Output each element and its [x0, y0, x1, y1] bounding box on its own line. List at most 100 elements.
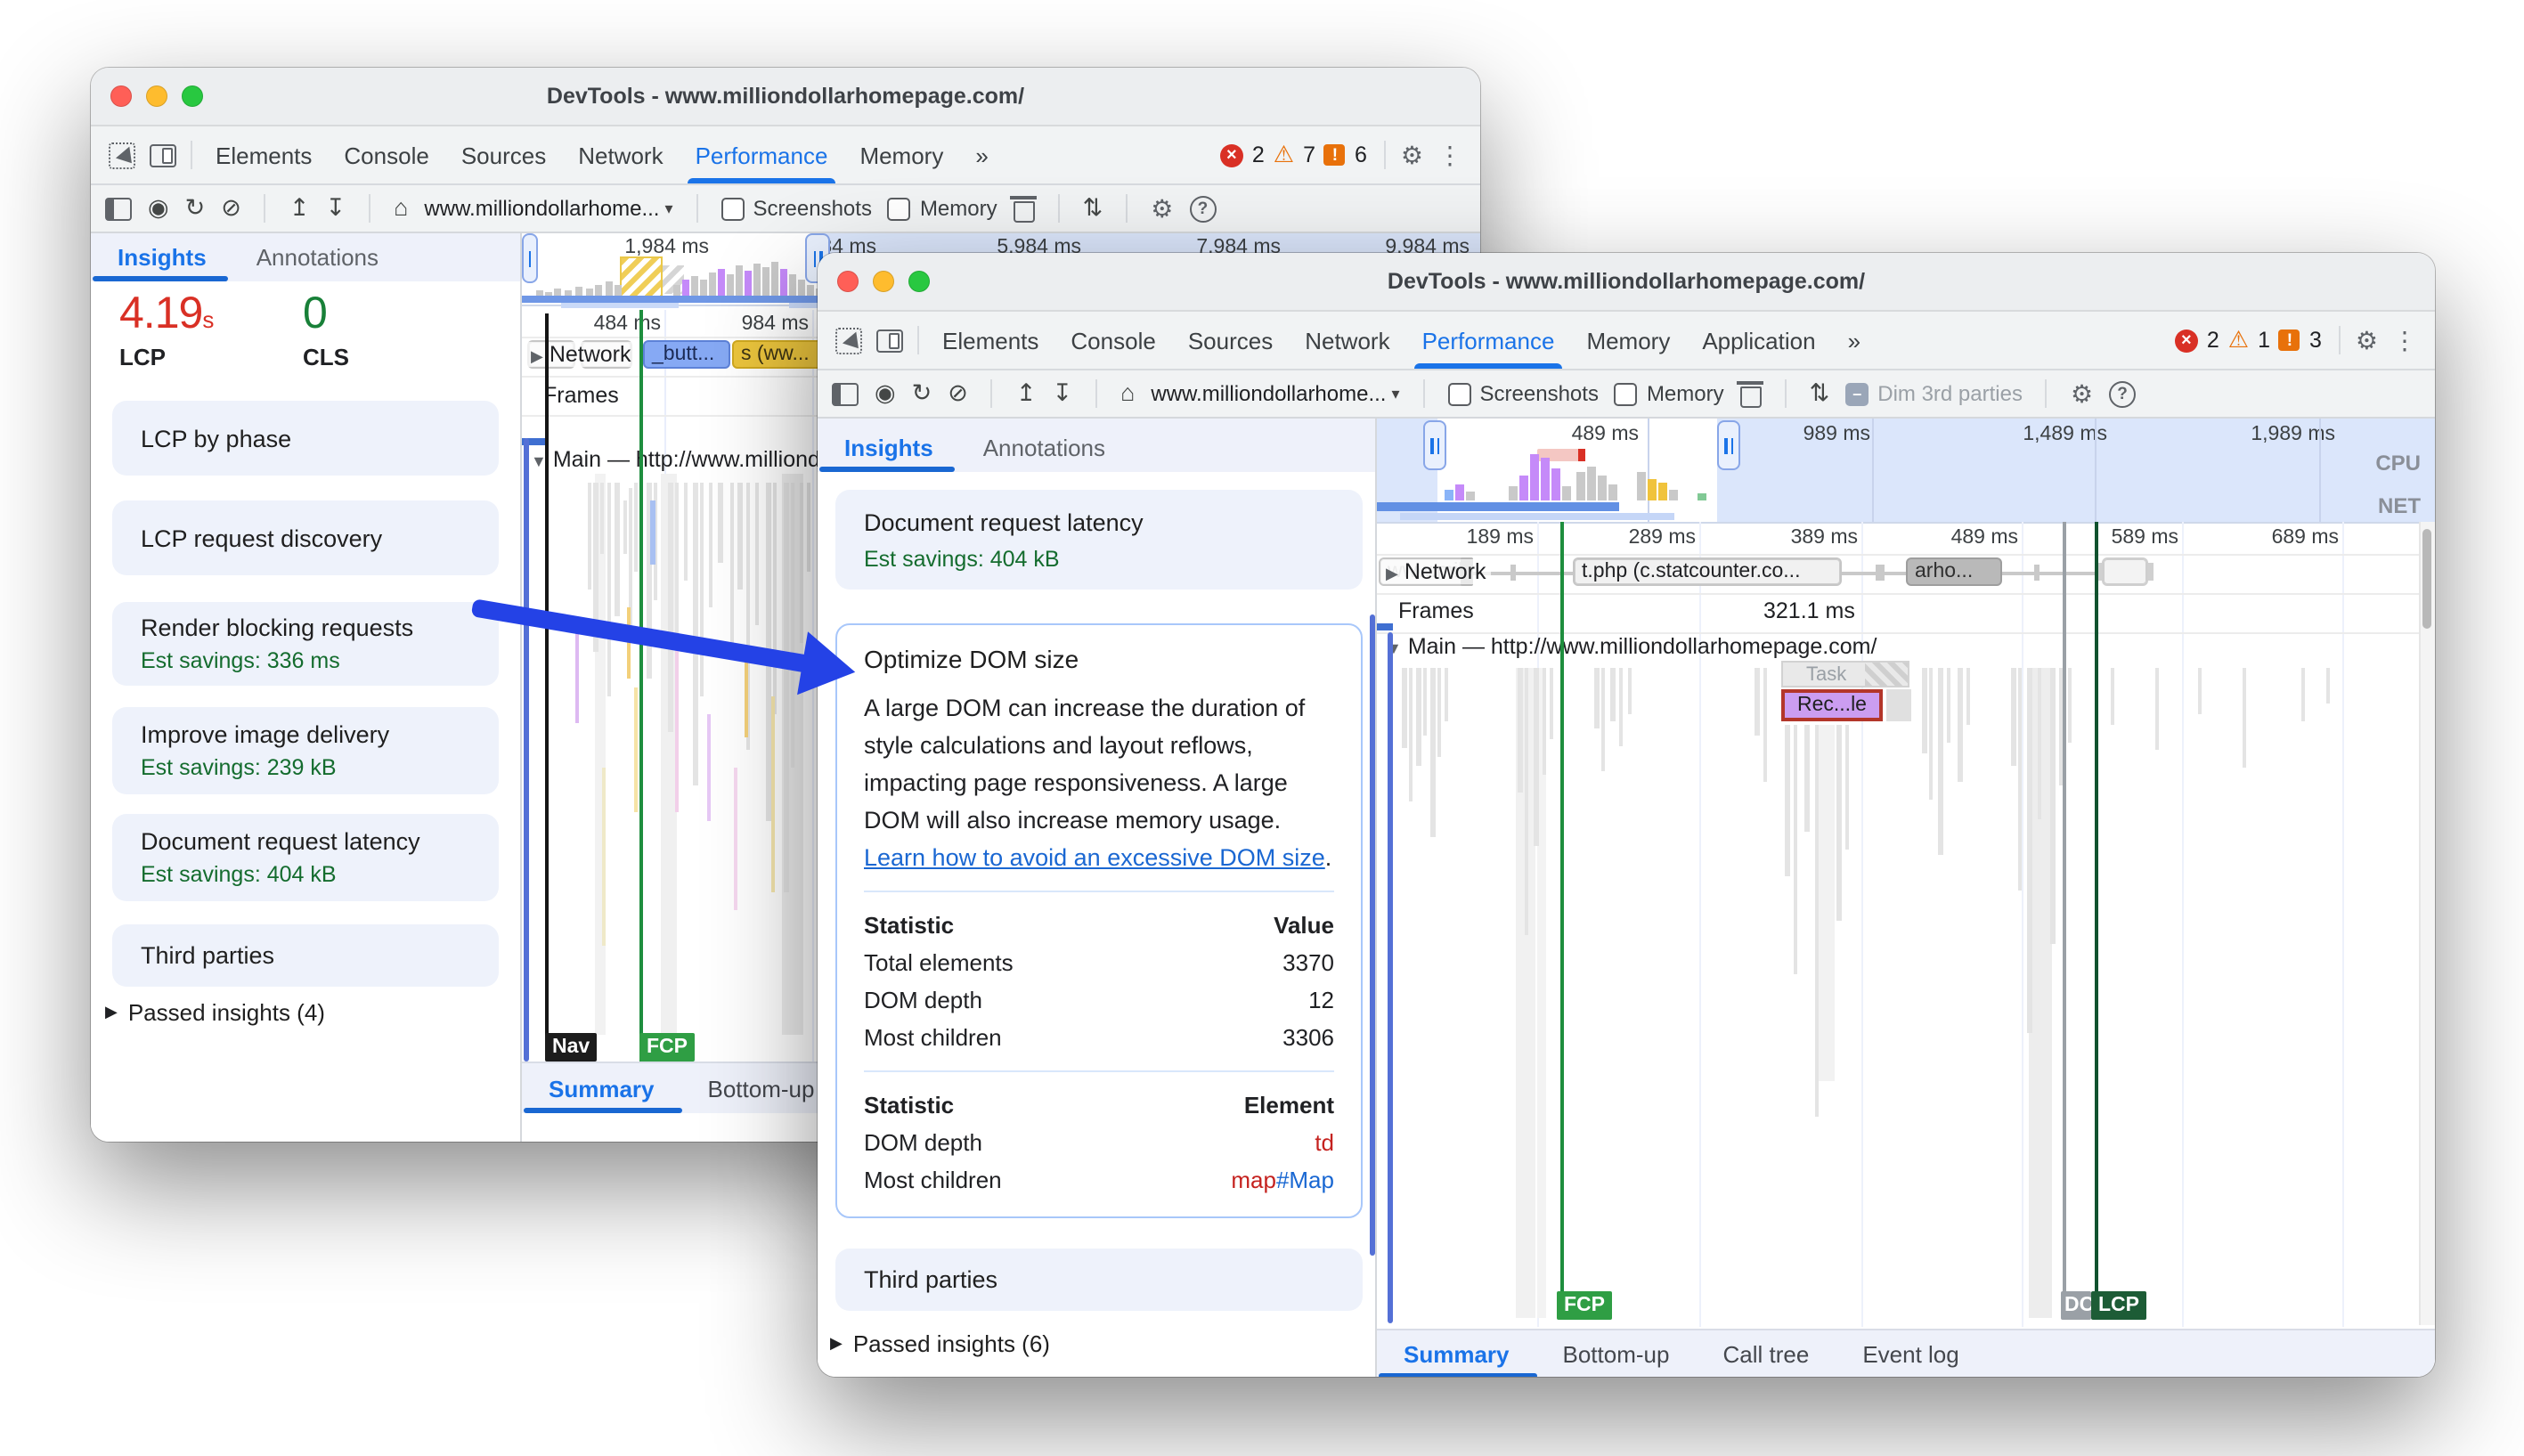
- more-tabs-icon[interactable]: »: [959, 126, 1004, 183]
- close-window-button[interactable]: [837, 271, 859, 292]
- insight-card-lcp-by-phase[interactable]: LCP by phase: [112, 401, 499, 476]
- element-link-map[interactable]: map#Map: [1231, 1161, 1334, 1199]
- titlebar[interactable]: DevTools - www.milliondollarhomepage.com…: [91, 68, 1480, 126]
- tab-performance[interactable]: Performance: [1406, 312, 1571, 369]
- bottom-tab-summary[interactable]: Summary: [1378, 1330, 1539, 1377]
- sidebar-tab-insights[interactable]: Insights: [819, 435, 955, 472]
- tab-elements[interactable]: Elements: [926, 312, 1054, 369]
- tab-sources[interactable]: Sources: [445, 126, 562, 183]
- warning-icon[interactable]: ⚠: [2228, 326, 2249, 354]
- task-event-bar[interactable]: Task: [1781, 661, 1909, 687]
- download-profile-icon[interactable]: ↧: [1052, 381, 1072, 406]
- warning-count[interactable]: 7: [1303, 142, 1315, 167]
- insight-card-third-parties[interactable]: Third parties: [835, 1249, 1363, 1311]
- flame-vertical-scrollbar[interactable]: [524, 438, 529, 1061]
- kebab-menu-icon[interactable]: ⋮: [2392, 325, 2417, 355]
- insight-card-image-delivery[interactable]: Improve image delivery Est savings: 239 …: [112, 707, 499, 794]
- garbage-collect-icon[interactable]: [1737, 381, 1764, 407]
- error-icon[interactable]: ×: [2174, 329, 2198, 352]
- tab-elements[interactable]: Elements: [199, 126, 328, 183]
- collapse-tracks-icon[interactable]: ⇅: [1810, 381, 1830, 406]
- record-icon[interactable]: ◉: [148, 196, 169, 221]
- insight-card-third-parties[interactable]: Third parties: [112, 924, 499, 987]
- device-toolbar-icon[interactable]: [150, 143, 176, 167]
- recalculate-style-event-selected[interactable]: Rec...le: [1781, 689, 1883, 721]
- tab-network[interactable]: Network: [562, 126, 679, 183]
- close-window-button[interactable]: [110, 85, 132, 107]
- fcp-badge[interactable]: FCP: [639, 1033, 695, 1061]
- minimize-window-button[interactable]: [873, 271, 894, 292]
- vertical-scrollbar-thumb[interactable]: [2422, 529, 2431, 629]
- help-icon[interactable]: ?: [2109, 380, 2137, 407]
- record-icon[interactable]: ◉: [875, 381, 896, 406]
- sidebar-tab-annotations[interactable]: Annotations: [983, 435, 1105, 472]
- reload-record-icon[interactable]: ↻: [185, 196, 206, 221]
- passed-insights-toggle[interactable]: ▶ Passed insights (4): [105, 999, 325, 1026]
- page-url-select[interactable]: www.milliondollarhome... ▾: [1151, 381, 1399, 406]
- device-toolbar-icon[interactable]: [876, 329, 903, 352]
- more-tabs-icon[interactable]: »: [1832, 312, 1877, 369]
- nav-badge[interactable]: Nav: [545, 1033, 598, 1061]
- settings-gear-icon[interactable]: ⚙: [2356, 325, 2378, 355]
- issues-icon[interactable]: !: [2278, 329, 2300, 351]
- tab-console[interactable]: Console: [328, 126, 444, 183]
- error-icon[interactable]: ×: [1219, 143, 1243, 167]
- flame-vertical-scrollbar[interactable]: [1388, 632, 1393, 1323]
- issues-count[interactable]: 6: [1355, 142, 1367, 167]
- toggle-sidebar-icon[interactable]: [832, 382, 859, 405]
- capture-settings-gear-icon[interactable]: ⚙: [2071, 378, 2093, 409]
- upload-profile-icon[interactable]: ↥: [1016, 381, 1037, 406]
- bottom-tab-summary[interactable]: Summary: [523, 1063, 684, 1113]
- minimize-window-button[interactable]: [146, 85, 167, 107]
- page-url-select[interactable]: www.milliondollarhome... ▾: [424, 196, 672, 221]
- tab-network[interactable]: Network: [1289, 312, 1405, 369]
- error-count[interactable]: 2: [2207, 328, 2219, 353]
- capture-settings-gear-icon[interactable]: ⚙: [1151, 193, 1173, 224]
- clear-icon[interactable]: ⊘: [221, 196, 241, 221]
- bottom-tab-bottom-up[interactable]: Bottom-up: [708, 1063, 815, 1113]
- issues-icon[interactable]: !: [1323, 144, 1346, 166]
- sidebar-tab-insights[interactable]: Insights: [93, 244, 228, 281]
- settings-gear-icon[interactable]: ⚙: [1401, 140, 1423, 170]
- tab-console[interactable]: Console: [1054, 312, 1171, 369]
- garbage-collect-icon[interactable]: [1010, 196, 1038, 222]
- tab-memory[interactable]: Memory: [843, 126, 959, 183]
- zoom-window-button[interactable]: [182, 85, 203, 107]
- upload-profile-icon[interactable]: ↥: [289, 196, 310, 221]
- home-icon[interactable]: ⌂: [1120, 381, 1135, 406]
- passed-insights-toggle[interactable]: ▶ Passed insights (6): [830, 1330, 1050, 1357]
- tab-sources[interactable]: Sources: [1172, 312, 1289, 369]
- inspect-icon[interactable]: [835, 327, 862, 354]
- insight-card-document-latency[interactable]: Document request latency Est savings: 40…: [112, 814, 499, 901]
- toggle-sidebar-icon[interactable]: [105, 197, 132, 220]
- bottom-tab-bottom-up[interactable]: Bottom-up: [1563, 1330, 1670, 1377]
- issues-count[interactable]: 3: [2309, 328, 2322, 353]
- bottom-tab-call-tree[interactable]: Call tree: [1722, 1330, 1809, 1377]
- insight-card-render-blocking[interactable]: Render blocking requests Est savings: 33…: [112, 602, 499, 686]
- sidebar-scrollbar[interactable]: [1370, 614, 1375, 1256]
- kebab-menu-icon[interactable]: ⋮: [1437, 140, 1462, 170]
- zoom-window-button[interactable]: [908, 271, 930, 292]
- dim-third-parties-checkbox[interactable]: – Dim 3rd parties: [1845, 381, 2023, 406]
- help-icon[interactable]: ?: [1189, 195, 1217, 222]
- tab-memory[interactable]: Memory: [1570, 312, 1686, 369]
- insight-card-document-latency[interactable]: Document request latency Est savings: 40…: [835, 490, 1363, 590]
- lcp-badge[interactable]: LCP: [2091, 1291, 2146, 1320]
- insight-card-lcp-request-discovery[interactable]: LCP request discovery: [112, 500, 499, 575]
- dom-size-docs-link[interactable]: Learn how to avoid an excessive DOM size: [864, 844, 1325, 871]
- screenshots-checkbox[interactable]: Screenshots: [1447, 381, 1599, 406]
- error-count[interactable]: 2: [1252, 142, 1265, 167]
- screenshots-checkbox[interactable]: Screenshots: [721, 196, 872, 221]
- memory-checkbox[interactable]: Memory: [887, 196, 997, 221]
- sidebar-tab-annotations[interactable]: Annotations: [256, 244, 379, 281]
- clear-icon[interactable]: ⊘: [948, 381, 968, 406]
- warning-count[interactable]: 1: [2258, 328, 2270, 353]
- fcp-badge[interactable]: FCP: [1557, 1291, 1612, 1320]
- element-link-td[interactable]: td: [1315, 1124, 1334, 1161]
- titlebar[interactable]: DevTools - www.milliondollarhomepage.com…: [818, 253, 2435, 312]
- dcl-badge[interactable]: DCL: [2061, 1291, 2091, 1320]
- reload-record-icon[interactable]: ↻: [912, 381, 932, 406]
- inspect-icon[interactable]: [109, 142, 135, 168]
- bottom-tab-event-log[interactable]: Event log: [1862, 1330, 1958, 1377]
- memory-checkbox[interactable]: Memory: [1614, 381, 1724, 406]
